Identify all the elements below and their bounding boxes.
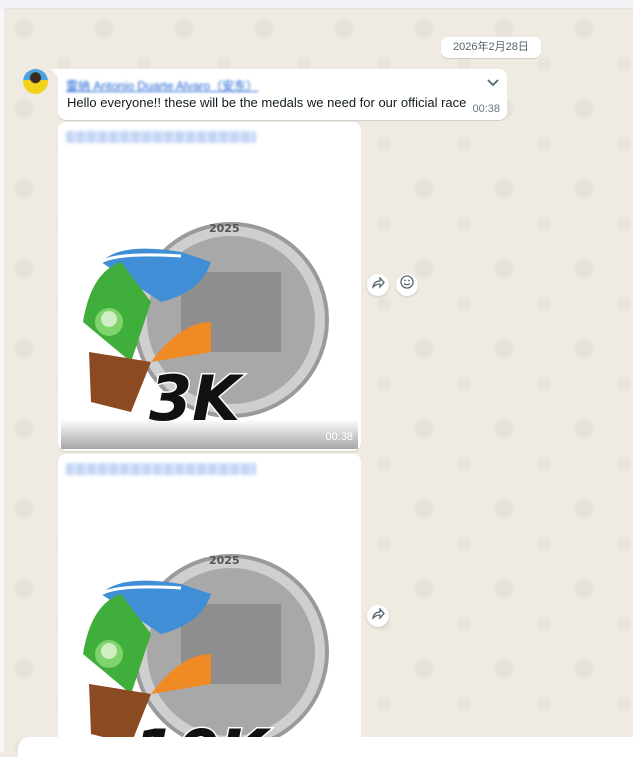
date-divider: 2026年2月28日 — [441, 37, 541, 58]
image-message[interactable]: 2025 3K 00:38 — [58, 122, 361, 451]
chevron-down-icon[interactable] — [487, 75, 499, 89]
emoji-icon[interactable] — [396, 274, 418, 296]
medal-year: 2025 — [209, 554, 240, 567]
message-text: Hello everyone!! these will be the medal… — [67, 95, 467, 110]
sender-name-blurred — [66, 463, 256, 475]
forward-icon[interactable] — [367, 605, 389, 627]
medal-image[interactable]: 2025 10K — [61, 484, 358, 752]
message-time: 00:38 — [472, 103, 500, 115]
composer-bar[interactable] — [18, 737, 633, 757]
forward-icon[interactable] — [367, 274, 389, 296]
image-time: 00:38 — [325, 431, 353, 443]
medal-year: 2025 — [209, 222, 240, 235]
image-footer-gradient — [61, 419, 358, 449]
sender-name-blurred — [66, 131, 256, 143]
image-message[interactable]: 2025 10K — [58, 454, 361, 752]
avatar[interactable] — [23, 69, 48, 94]
medal-image[interactable]: 2025 3K — [61, 152, 358, 448]
message-bubble[interactable]: 雷纳 Antonio Duarte Alvaro（安东） Hello every… — [58, 69, 507, 120]
sender-name[interactable]: 雷纳 Antonio Duarte Alvaro（安东） — [66, 77, 258, 94]
top-bar — [0, 0, 633, 9]
